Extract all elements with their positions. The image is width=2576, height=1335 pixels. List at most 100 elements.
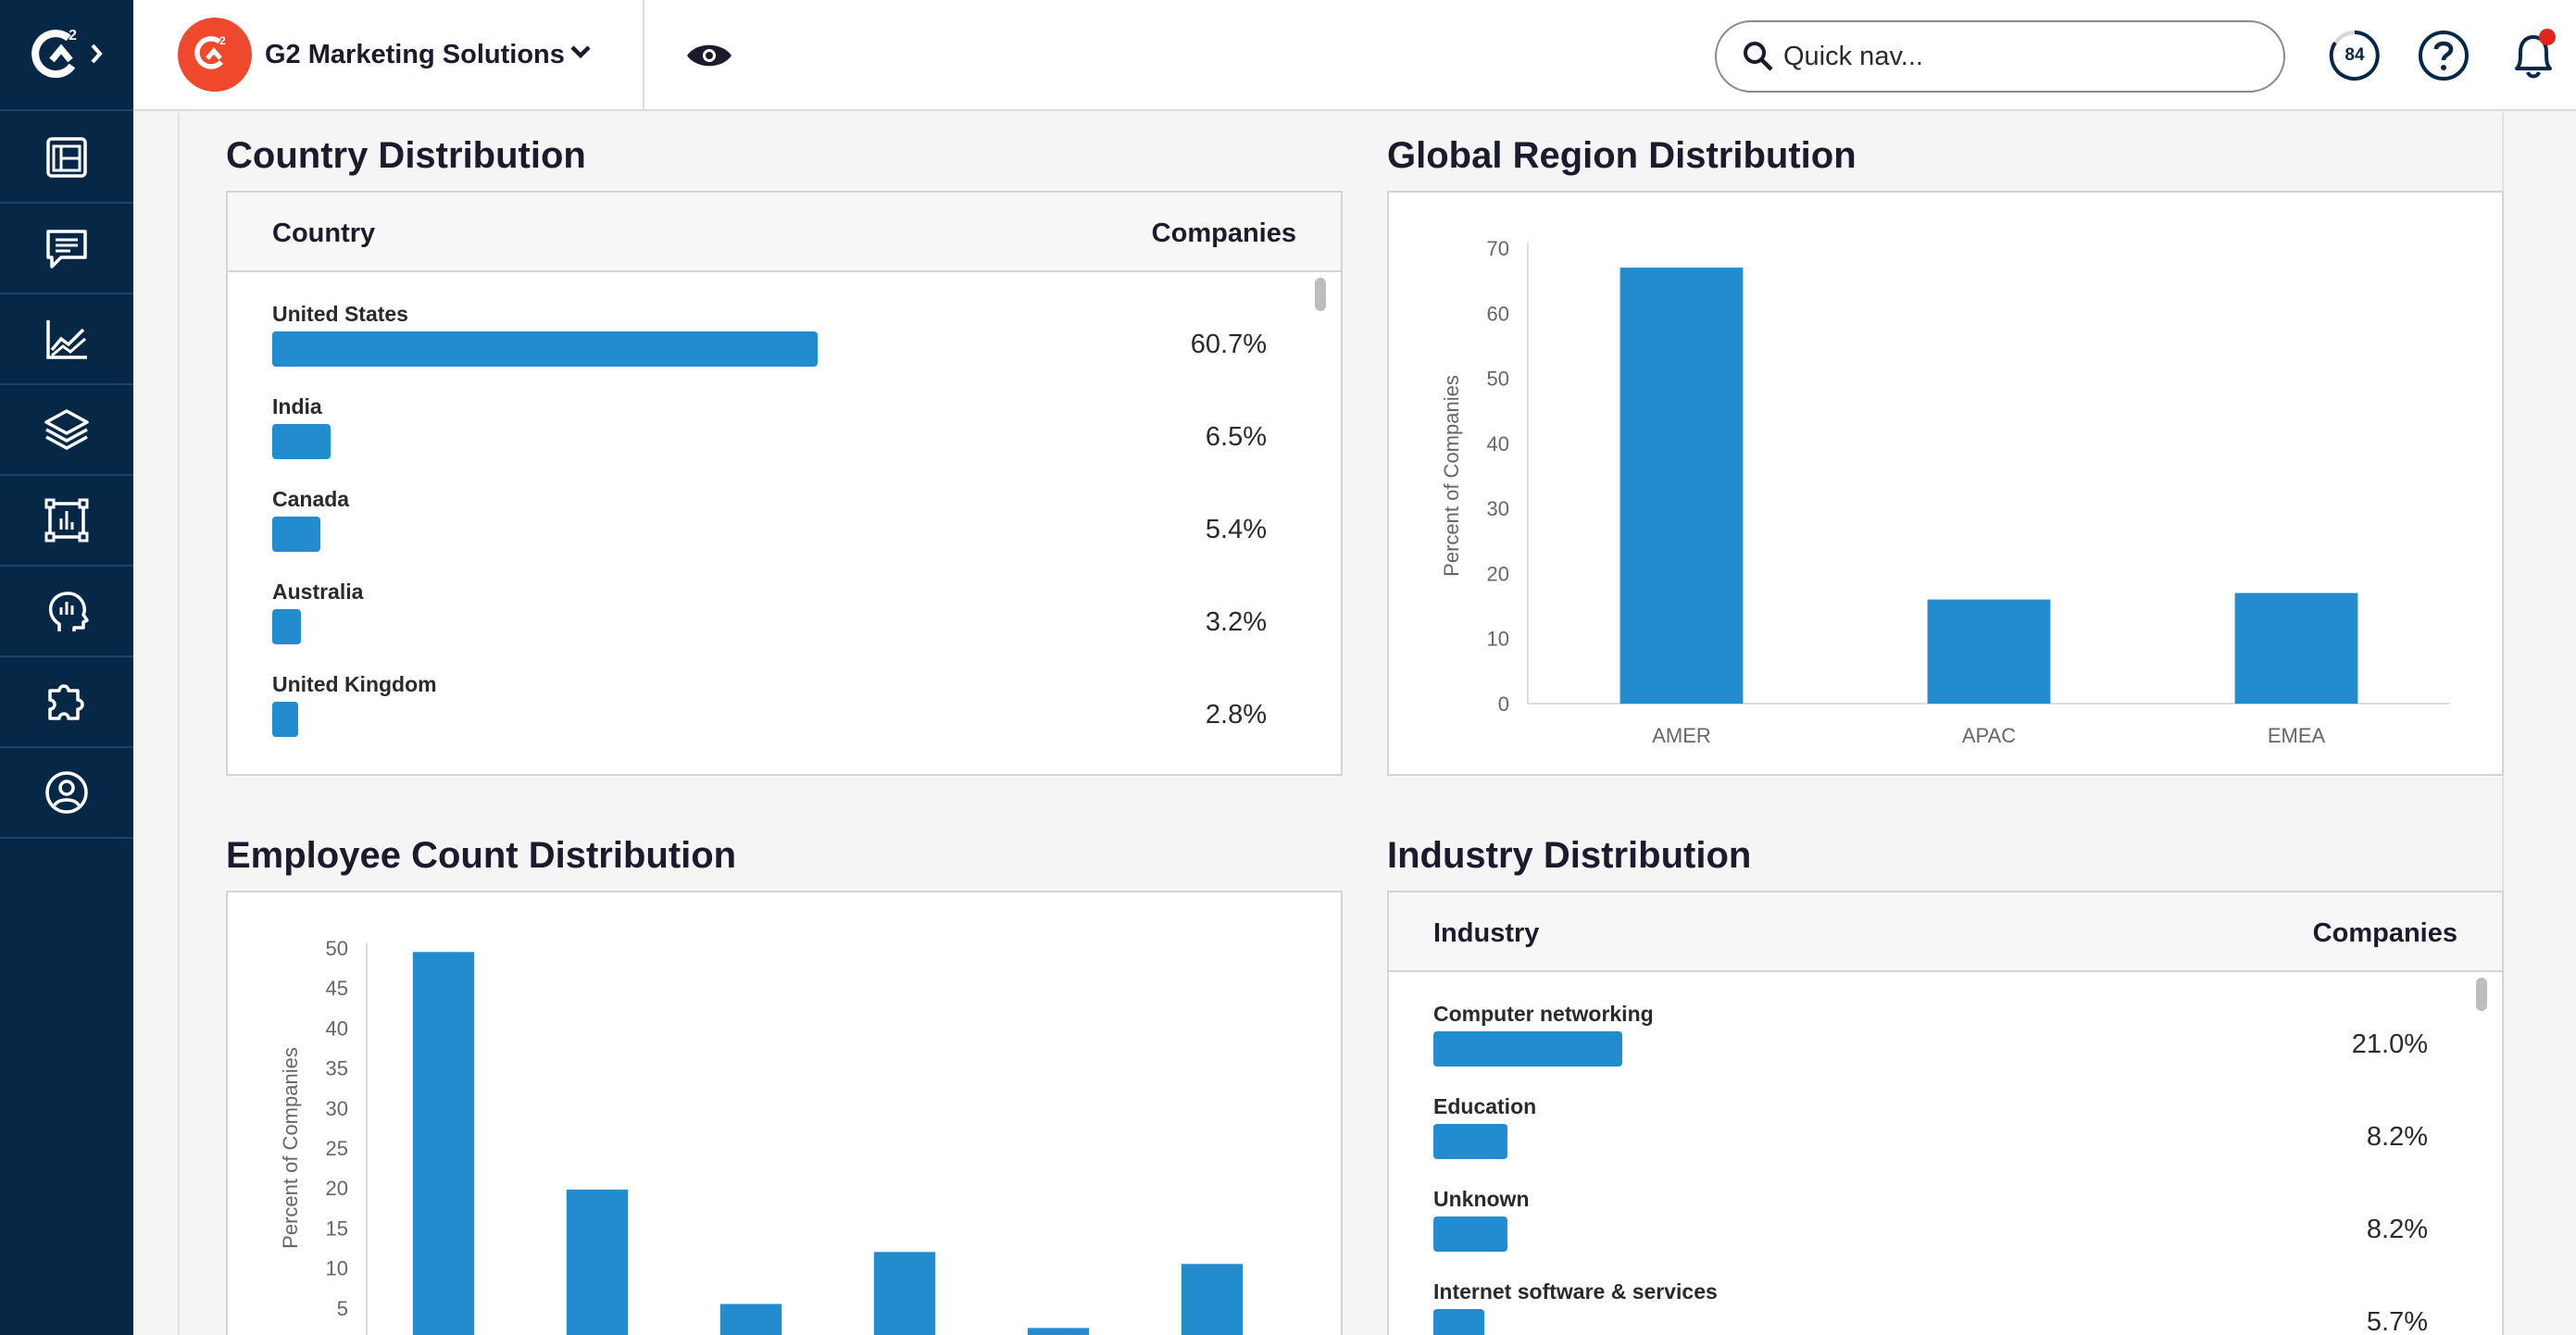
bar	[1027, 1328, 1090, 1335]
country-column-header[interactable]: Country	[272, 218, 375, 249]
employee-count-panel: 5 10 15 20 25 30 35 40 45 50 Percent of Companies	[226, 891, 1343, 1335]
notifications-button[interactable]	[2506, 26, 2561, 83]
help-button[interactable]	[2418, 30, 2470, 81]
x-tick-label: AMER	[1652, 724, 1711, 747]
y-tick-label: 40	[326, 1017, 348, 1040]
companies-column-header[interactable]: Companies	[1152, 218, 1296, 249]
g2-product-logo-icon: 2	[178, 18, 252, 92]
row-label: Education	[1433, 1094, 1537, 1118]
y-tick-label: 50	[326, 937, 348, 960]
svg-text:2: 2	[69, 28, 77, 44]
sidebar-item-reports[interactable]	[0, 476, 133, 567]
sidebar-item-account[interactable]	[0, 748, 133, 839]
row-bar	[272, 702, 298, 737]
row-value: 2.8%	[1205, 700, 1267, 730]
table-row[interactable]: Internet software & services 5.7%	[1433, 1279, 2428, 1335]
sidebar-item-dashboard[interactable]	[0, 113, 133, 204]
search-icon	[1744, 42, 1773, 71]
table-row[interactable]: Computer networking 21.0%	[1433, 1002, 2428, 1094]
sidebar-item-analytics[interactable]	[0, 294, 133, 385]
industry-distribution-panel: Industry Companies Computer networking 21…	[1387, 891, 2504, 1335]
y-tick-label: 50	[1487, 368, 1509, 391]
table-row[interactable]: Australia 3.2%	[272, 580, 1267, 672]
scroll-thumb[interactable]	[2476, 978, 2487, 1011]
score-value: 84	[2345, 45, 2365, 65]
industry-column-header[interactable]: Industry	[1433, 918, 1539, 949]
account-icon	[45, 771, 88, 814]
sidebar-item-layers[interactable]	[0, 385, 133, 476]
sidebar-item-integrations[interactable]	[0, 657, 133, 748]
row-label: Computer networking	[1433, 1002, 1654, 1026]
row-value: 6.5%	[1205, 422, 1267, 452]
bell-icon	[2515, 29, 2556, 79]
integrations-icon	[48, 684, 84, 720]
sidebar-item-messages[interactable]	[0, 204, 133, 294]
top-bar: 2 G2 Marketing Solutions 84	[133, 0, 2576, 111]
global-region-title: Global Region Distribution	[1387, 135, 1857, 176]
product-name: G2 Marketing Solutions	[265, 39, 565, 69]
row-bar	[1433, 1309, 1485, 1335]
y-tick-label: 20	[326, 1177, 348, 1200]
country-scrollbar[interactable]	[1313, 274, 1328, 774]
x-axis-label: Global Region	[1924, 770, 2053, 774]
y-tick-label: 60	[1487, 302, 1509, 325]
bar	[873, 1252, 936, 1335]
g2-logo[interactable]: 2	[0, 0, 133, 111]
bar	[566, 1189, 629, 1335]
profile-score-badge[interactable]: 84	[2329, 30, 2381, 81]
global-region-chart: 0 10 20 30 40 50 60 70 AMER APAC EMEA Global Region…	[1440, 237, 2450, 793]
svg-text:2: 2	[219, 34, 226, 47]
industry-distribution-title: Industry Distribution	[1387, 835, 1752, 876]
row-label: Unknown	[1433, 1187, 1530, 1211]
y-tick-label: 20	[1487, 562, 1509, 585]
bar	[1181, 1264, 1244, 1335]
y-tick-label: 30	[326, 1097, 348, 1120]
y-tick-label: 10	[326, 1257, 348, 1280]
row-label: Internet software & services	[1433, 1279, 1718, 1304]
y-tick-label: 70	[1487, 237, 1509, 260]
companies-column-header[interactable]: Companies	[2313, 918, 2457, 949]
row-bar	[272, 517, 321, 552]
employee-count-title: Employee Count Distribution	[226, 835, 737, 876]
bar	[412, 952, 475, 1335]
table-row[interactable]: United States 60.7%	[272, 302, 1267, 394]
x-tick-label: APAC	[1962, 724, 2016, 747]
table-row[interactable]: Education 8.2%	[1433, 1094, 2428, 1187]
row-value: 60.7%	[1190, 330, 1267, 359]
sidebar-item-buyer-intent[interactable]	[0, 567, 133, 657]
bar	[2234, 593, 2358, 704]
y-tick-label: 10	[1487, 628, 1509, 651]
quick-nav-search[interactable]	[1715, 20, 2285, 93]
preview-eye-button[interactable]	[685, 31, 733, 80]
buyer-intent-icon	[48, 592, 89, 631]
g2-logo-icon: 2	[31, 28, 103, 79]
row-bar	[272, 424, 331, 459]
country-table-header: Country Companies	[228, 193, 1341, 272]
table-row[interactable]: Canada 5.4%	[272, 487, 1267, 580]
search-input[interactable]	[1783, 41, 2228, 72]
industry-scrollbar[interactable]	[2474, 974, 2489, 1335]
dashboard-content: Country Distribution Country Companies U…	[178, 113, 2504, 1335]
industry-table-body[interactable]: Computer networking 21.0% Education 8.2% Unk…	[1389, 974, 2502, 1335]
global-region-panel: 0 10 20 30 40 50 60 70 AMER APAC EMEA Global Region…	[1387, 191, 2504, 793]
row-value: 3.2%	[1205, 607, 1267, 637]
row-label: United Kingdom	[272, 672, 437, 696]
y-tick-label: 45	[326, 977, 348, 1000]
table-row[interactable]: United Kingdom 2.8%	[272, 672, 1267, 765]
table-row[interactable]: Unknown 8.2%	[1433, 1187, 2428, 1279]
scroll-thumb[interactable]	[1315, 278, 1326, 311]
sidebar: 2	[0, 0, 133, 1335]
y-tick-label: 25	[326, 1137, 348, 1160]
table-row[interactable]: India 6.5%	[272, 394, 1267, 487]
row-label: Australia	[272, 580, 364, 604]
row-label: United States	[272, 302, 408, 326]
layers-icon	[44, 409, 89, 450]
x-tick-label: EMEA	[2268, 724, 2326, 747]
eye-icon	[687, 44, 732, 67]
row-bar	[272, 331, 818, 367]
y-tick-label: 15	[326, 1216, 348, 1240]
country-table-body[interactable]: United States 60.7% India 6.5% Canada 5.4% Aus…	[228, 274, 1341, 774]
product-switcher[interactable]: 2 G2 Marketing Solutions	[133, 0, 644, 109]
country-distribution-panel: Country Companies United States 60.7% Indi…	[226, 191, 1343, 776]
row-value: 5.7%	[2366, 1307, 2428, 1335]
